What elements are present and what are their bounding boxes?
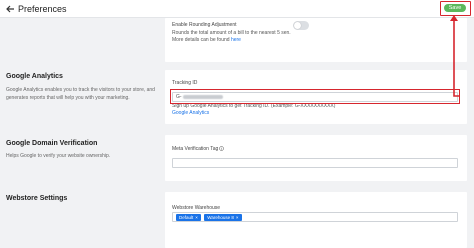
annotation-arrow <box>450 15 460 97</box>
